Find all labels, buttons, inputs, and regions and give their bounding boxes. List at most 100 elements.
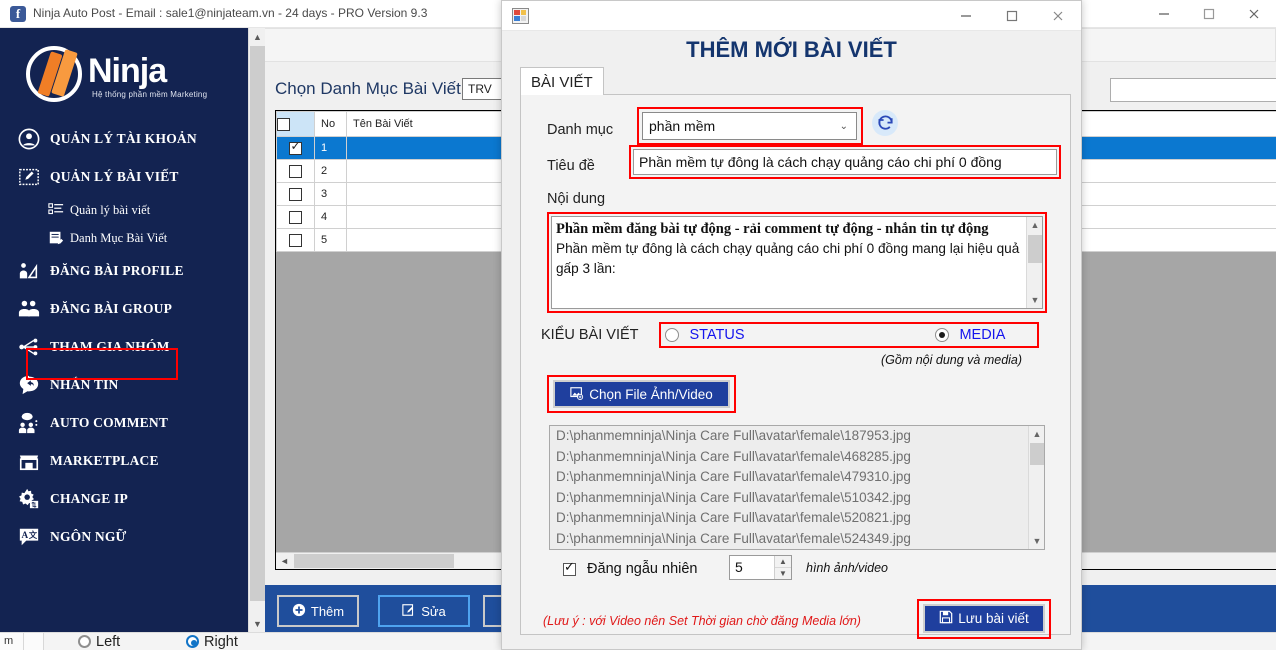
radio-media-label: MEDIA: [959, 326, 1006, 343]
sidebar-item-dang-bai-group[interactable]: ĐĂNG BÀI GROUP: [0, 290, 248, 328]
sidebar-item-change-ip[interactable]: ⇅ CHANGE IP: [0, 480, 248, 518]
sidebar-item-quan-ly-tai-khoan[interactable]: QUẢN LÝ TÀI KHOẢN: [0, 120, 248, 158]
maximize-icon[interactable]: [1186, 0, 1231, 28]
row-checkbox[interactable]: [288, 164, 302, 178]
random-post-label: Đăng ngẫu nhiên: [587, 561, 698, 578]
select-all-header[interactable]: [276, 111, 315, 137]
minimize-icon[interactable]: [1141, 0, 1186, 28]
sidebar-item-label: CHANGE IP: [50, 491, 128, 506]
scroll-up-icon[interactable]: ▲: [249, 28, 266, 45]
title-input[interactable]: Phần mềm tự đông là cách chạy quảng cáo …: [633, 149, 1057, 175]
list-item[interactable]: D:\phanmemninja\Ninja Care Full\avatar\f…: [550, 447, 1044, 468]
refresh-circle-icon[interactable]: [872, 110, 898, 136]
close-icon[interactable]: [1231, 0, 1276, 28]
network-share-icon: [14, 334, 44, 360]
radio-left[interactable]: Left: [78, 634, 120, 650]
radio-media-icon[interactable]: [935, 327, 949, 342]
save-button[interactable]: Lưu bài viết: [923, 604, 1045, 633]
list-item[interactable]: D:\phanmemninja\Ninja Care Full\avatar\f…: [550, 488, 1044, 509]
stepper-buttons[interactable]: ▲ ▼: [774, 556, 791, 579]
content-textarea[interactable]: Phần mềm đăng bài tự động - rải comment …: [551, 216, 1043, 309]
sidebar-item-label: QUẢN LÝ TÀI KHOẢN: [50, 131, 197, 146]
content-scrollbar[interactable]: ▲ ▼: [1026, 217, 1042, 308]
sidebar-item-marketplace[interactable]: MARKETPLACE: [0, 442, 248, 480]
row-checkbox[interactable]: [288, 187, 302, 201]
app-vertical-scrollbar[interactable]: ▲ ▼: [248, 28, 266, 632]
row-checkbox[interactable]: [288, 233, 302, 247]
stepper-down-icon[interactable]: ▼: [775, 568, 791, 580]
choose-file-button[interactable]: Chọn File Ảnh/Video: [553, 380, 730, 408]
storefront-icon: [14, 448, 44, 474]
sidebar-sub-label: Danh Mục Bài Viết: [70, 230, 168, 245]
list-item[interactable]: D:\phanmemninja\Ninja Care Full\avatar\f…: [550, 508, 1044, 529]
select-all-checkbox[interactable]: [277, 117, 290, 131]
scroll-down-icon[interactable]: ▼: [249, 615, 266, 632]
facebook-icon: f: [10, 6, 26, 22]
add-post-dialog: THÊM MỚI BÀI VIẾT BÀI VIẾT Danh mục phần…: [501, 0, 1082, 650]
sidebar-item-danh-muc-bai-viet[interactable]: Danh Mục Bài Viết: [0, 224, 248, 252]
cell-no: 5: [314, 228, 347, 252]
sidebar-menu: QUẢN LÝ TÀI KHOẢN QUẢN LÝ BÀI VIẾT Quản …: [0, 120, 248, 556]
scrollbar-thumb[interactable]: [250, 46, 265, 601]
chevron-down-icon: ⌄: [839, 121, 848, 132]
scroll-down-icon[interactable]: ▼: [1027, 292, 1042, 308]
sidebar-item-nhan-tin[interactable]: NHẮN TIN: [0, 366, 248, 404]
random-post-count-stepper[interactable]: 5 ▲ ▼: [729, 555, 792, 580]
scroll-up-icon[interactable]: ▲: [1027, 217, 1042, 233]
scrollbar-thumb[interactable]: [294, 554, 454, 568]
maximize-icon[interactable]: [989, 1, 1035, 31]
file-list-scrollbar[interactable]: ▲ ▼: [1028, 426, 1044, 549]
sidebar-item-ngon-ngu[interactable]: A文 NGÔN NGỮ: [0, 518, 248, 556]
pencil-square-icon: [14, 164, 44, 190]
radio-right-icon[interactable]: [186, 635, 199, 649]
close-icon[interactable]: [1035, 1, 1081, 31]
sidebar-item-label: AUTO COMMENT: [50, 415, 169, 430]
radio-right-label: Right: [204, 634, 238, 650]
random-post-checkbox-row[interactable]: Đăng ngẫu nhiên: [563, 559, 698, 578]
dialog-window-controls: [943, 1, 1081, 31]
sidebar-item-auto-comment[interactable]: AUTO COMMENT: [0, 404, 248, 442]
random-post-checkbox[interactable]: [563, 559, 576, 576]
scroll-left-icon[interactable]: ◄: [276, 553, 293, 569]
list-item[interactable]: D:\phanmemninja\Ninja Care Full\avatar\f…: [550, 529, 1044, 550]
form-window-icon: [512, 8, 529, 24]
add-button[interactable]: Thêm: [277, 595, 359, 627]
sidebar-item-dang-bai-profile[interactable]: ĐĂNG BÀI PROFILE: [0, 252, 248, 290]
category-combobox[interactable]: phần mềm ⌄: [642, 112, 857, 140]
gear-refresh-icon: ⇅: [14, 486, 44, 512]
radio-right[interactable]: Right: [186, 634, 238, 650]
sidebar: Ninja Hệ thống phần mềm Marketing QUẢN L…: [0, 28, 248, 632]
image-add-icon: [570, 386, 584, 403]
scrollbar-thumb[interactable]: [1030, 443, 1044, 465]
list-item[interactable]: D:\phanmemninja\Ninja Care Full\avatar\f…: [550, 467, 1044, 488]
row-checkbox[interactable]: [288, 210, 302, 224]
document-edit-icon: [46, 229, 66, 247]
radio-media[interactable]: MEDIA: [935, 326, 1005, 344]
tab-bai-viet[interactable]: BÀI VIẾT: [520, 67, 604, 96]
stepper-up-icon[interactable]: ▲: [775, 556, 791, 568]
sidebar-item-tham-gia-nhom[interactable]: THAM GIA NHÓM: [0, 328, 248, 366]
save-button-label: Lưu bài viết: [958, 611, 1029, 626]
sidebar-item-quan-ly-bai-viet-sub[interactable]: Quản lý bài viết: [0, 196, 248, 224]
scrollbar-thumb[interactable]: [1028, 235, 1042, 263]
sidebar-item-quan-ly-bai-viet[interactable]: QUẢN LÝ BÀI VIẾT: [0, 158, 248, 196]
radio-status-label: STATUS: [689, 326, 745, 343]
header-no[interactable]: No: [314, 111, 347, 137]
radio-status-icon[interactable]: [665, 327, 679, 342]
dialog-titlebar: [502, 1, 1081, 31]
list-item[interactable]: D:\phanmemninja\Ninja Care Full\avatar\f…: [550, 426, 1044, 447]
scroll-down-icon[interactable]: ▼: [1029, 533, 1044, 549]
radio-left-icon[interactable]: [78, 635, 91, 649]
video-warning-note: (Lưu ý : với Video nên Set Thời gian chờ…: [543, 614, 861, 628]
category-filter-label: Chọn Danh Mục Bài Viết: [275, 79, 461, 98]
scroll-up-icon[interactable]: ▲: [1029, 426, 1044, 442]
row-checkbox[interactable]: [288, 139, 302, 155]
minimize-icon[interactable]: [943, 1, 989, 31]
edit-button[interactable]: Sửa: [378, 595, 470, 627]
media-file-list[interactable]: D:\phanmemninja\Ninja Care Full\avatar\f…: [549, 425, 1045, 550]
radio-status[interactable]: STATUS: [665, 326, 745, 344]
brand-logo: Ninja Hệ thống phần mềm Marketing: [0, 28, 248, 120]
search-input[interactable]: [1110, 78, 1276, 102]
random-post-unit: hình ảnh/video: [806, 561, 889, 575]
dialog-heading: THÊM MỚI BÀI VIẾT: [686, 37, 897, 62]
